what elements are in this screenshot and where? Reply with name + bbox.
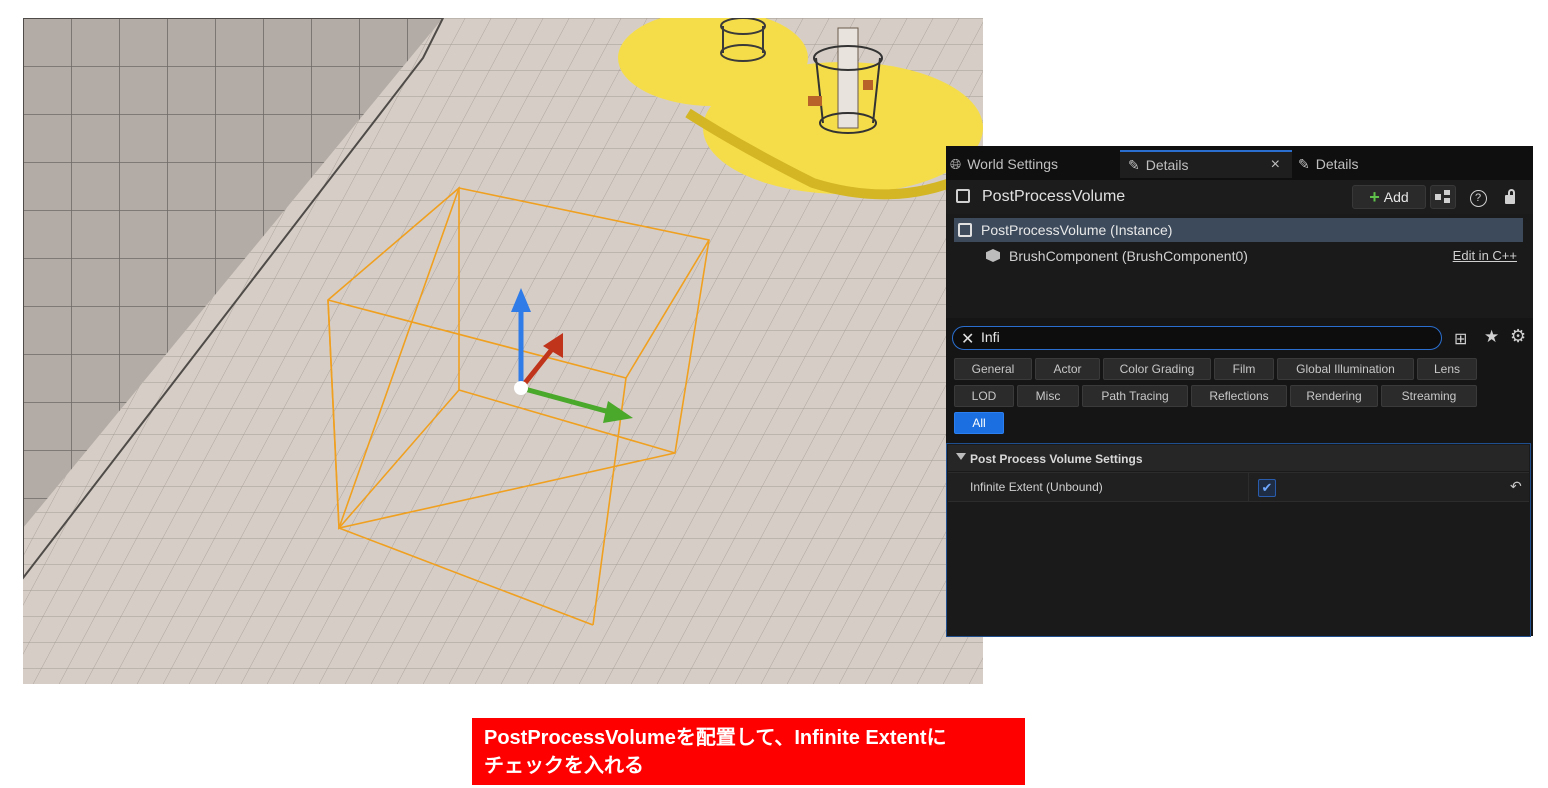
tab-label: Details	[1315, 156, 1359, 172]
edit-icon: ✎	[1128, 156, 1140, 173]
infinite-extent-checkbox[interactable]: ✔	[1258, 479, 1276, 497]
check-icon: ✔	[1261, 480, 1273, 495]
favorite-star-icon[interactable]: ★	[1484, 327, 1499, 347]
filter-global-illumination[interactable]: Global Illumination	[1277, 358, 1414, 380]
lock-icon[interactable]	[1499, 186, 1521, 208]
add-component-button[interactable]: + Add	[1352, 185, 1426, 209]
filter-lod[interactable]: LOD	[954, 385, 1014, 407]
component-header: PostProcessVolume + Add ?	[946, 180, 1533, 214]
property-row-infinite-extent: Infinite Extent (Unbound) ✔ ↶	[948, 472, 1529, 502]
filter-label: Global Illumination	[1296, 362, 1395, 376]
table-view-icon[interactable]: ⊞	[1454, 329, 1467, 349]
filter-film[interactable]: Film	[1214, 358, 1274, 380]
tab-details-active[interactable]: ✎ Details ×	[1120, 150, 1292, 178]
filter-label: Path Tracing	[1101, 389, 1169, 403]
edit-icon: ✎	[1298, 155, 1310, 172]
filter-streaming[interactable]: Streaming	[1381, 385, 1477, 407]
filter-rendering[interactable]: Rendering	[1290, 385, 1378, 407]
filter-label: Actor	[1053, 362, 1082, 376]
filter-lens[interactable]: Lens	[1417, 358, 1477, 380]
section-header[interactable]: Post Process Volume Settings	[948, 445, 1529, 471]
caption-box: PostProcessVolumeを配置して、Infinite Extentに …	[472, 718, 1025, 785]
cube-icon	[986, 249, 1000, 262]
help-icon[interactable]: ?	[1467, 186, 1489, 208]
filter-label: General	[971, 362, 1015, 376]
filter-path-tracing[interactable]: Path Tracing	[1082, 385, 1188, 407]
reset-to-default-icon[interactable]: ↶	[1510, 478, 1522, 495]
filter-label: Lens	[1433, 362, 1461, 376]
viewport-scene	[23, 18, 983, 684]
filter-label: Reflections	[1209, 389, 1269, 403]
section-title: Post Process Volume Settings	[970, 452, 1143, 466]
filter-color-grading[interactable]: Color Grading	[1103, 358, 1211, 380]
chevron-down-icon	[956, 453, 966, 460]
filter-label: All	[972, 416, 986, 430]
tab-details-2[interactable]: ✎ Details	[1298, 150, 1458, 178]
filter-general[interactable]: General	[954, 358, 1032, 380]
filter-label: Misc	[1035, 389, 1061, 403]
property-section: Post Process Volume Settings Infinite Ex…	[946, 443, 1531, 637]
level-viewport[interactable]	[23, 18, 983, 684]
settings-gear-icon[interactable]: ⚙	[1510, 326, 1526, 347]
caption-line-1: PostProcessVolumeを配置して、Infinite Extentに	[484, 727, 947, 749]
volume-icon	[956, 189, 970, 203]
filter-all[interactable]: All	[954, 412, 1004, 434]
component-title: PostProcessVolume	[982, 188, 1126, 205]
filter-misc[interactable]: Misc	[1017, 385, 1079, 407]
tab-bar: 🌐︎ World Settings ✎ Details × ✎ Details	[946, 146, 1533, 180]
search-box[interactable]: ✕	[952, 326, 1442, 350]
filter-label: Streaming	[1401, 389, 1457, 403]
hierarchy-icon	[1435, 194, 1441, 200]
filter-reflections[interactable]: Reflections	[1191, 385, 1287, 407]
blueprint-hierarchy-button[interactable]	[1430, 185, 1456, 209]
tree-row-brush-component[interactable]: BrushComponent (BrushComponent0) Edit in…	[954, 244, 1523, 268]
component-tree: PostProcessVolume (Instance) BrushCompon…	[946, 214, 1533, 318]
tab-label: Details	[1145, 157, 1189, 173]
plus-icon: +	[1369, 186, 1380, 207]
filter-label: Rendering	[1306, 389, 1362, 403]
tree-row-instance[interactable]: PostProcessVolume (Instance)	[954, 218, 1523, 242]
add-label: Add	[1383, 189, 1409, 205]
instance-label: PostProcessVolume (Instance)	[981, 222, 1173, 238]
filter-label: Color Grading	[1119, 362, 1195, 376]
details-panel: 🌐︎ World Settings ✎ Details × ✎ Details …	[946, 146, 1533, 637]
edit-in-cpp-link[interactable]: Edit in C++	[1453, 248, 1517, 263]
tab-label: World Settings	[967, 156, 1058, 172]
search-input[interactable]	[981, 328, 1421, 346]
brush-label: BrushComponent (BrushComponent0)	[1009, 248, 1248, 264]
filter-actor[interactable]: Actor	[1035, 358, 1100, 380]
property-label: Infinite Extent (Unbound)	[970, 480, 1103, 494]
filter-label: Film	[1232, 362, 1256, 376]
caption-line-2: チェックを入れる	[484, 755, 644, 777]
tab-world-settings[interactable]: 🌐︎ World Settings	[950, 150, 1118, 178]
globe-icon: 🌐︎	[950, 155, 962, 172]
clear-search-icon[interactable]: ✕	[961, 329, 974, 349]
volume-icon	[958, 223, 972, 237]
filter-label: LOD	[971, 389, 997, 403]
close-tab-icon[interactable]: ×	[1271, 156, 1280, 174]
